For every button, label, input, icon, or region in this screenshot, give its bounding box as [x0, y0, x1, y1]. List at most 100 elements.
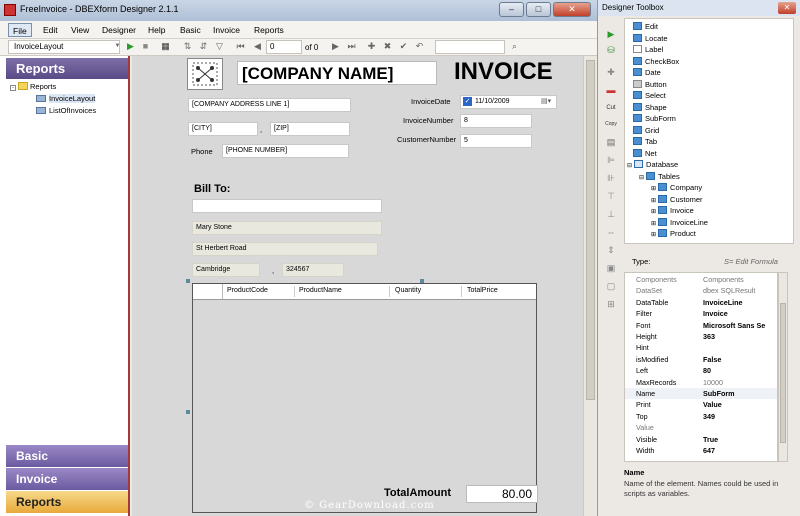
invoice-date-picker[interactable]: ✓ 11/10/2009 ▤▾ [460, 95, 557, 109]
toolbox-close-button[interactable]: ✕ [778, 2, 796, 14]
paste-icon[interactable]: ▤ [604, 136, 618, 148]
delete-record-icon[interactable]: ✖ [382, 41, 393, 52]
city-field[interactable]: [CITY] [188, 122, 258, 136]
tree-database[interactable]: ⊟ Database [627, 159, 788, 171]
tree-tables[interactable]: ⊟ Tables [639, 171, 788, 183]
filter-icon[interactable]: ▽ [214, 41, 225, 52]
copy-icon[interactable]: Copy [604, 118, 618, 130]
sort-desc-icon[interactable]: ⇵ [198, 41, 209, 52]
bill-city-field[interactable]: Cambridge [192, 263, 260, 277]
scrollbar-thumb[interactable] [586, 60, 595, 400]
tree-root[interactable]: - Reports [10, 82, 56, 91]
align-top-icon[interactable]: ⊤ [604, 190, 618, 202]
delete-icon[interactable]: ▬ [604, 84, 618, 96]
zip-field[interactable]: [ZIP] [270, 122, 350, 136]
grid-column-header[interactable]: Quantity [395, 287, 421, 294]
first-record-icon[interactable]: ⏮ [235, 41, 246, 52]
database-icon[interactable]: ⛁ [604, 44, 618, 56]
undo-icon[interactable]: ↶ [414, 41, 425, 52]
checkbox-icon[interactable]: ✓ [463, 97, 472, 106]
invoice-lines-grid[interactable]: ProductCode ProductName Quantity TotalPr… [192, 283, 537, 513]
bill-zip-field[interactable]: 324567 [282, 263, 344, 277]
confirm-icon[interactable]: ✔ [398, 41, 409, 52]
property-row[interactable]: isModified False [625, 354, 777, 365]
edit-formula-button[interactable]: S= Edit Formula [724, 257, 778, 266]
maximize-button[interactable]: □ [526, 2, 551, 17]
property-row[interactable]: Height 363 [625, 331, 777, 342]
menu-edit[interactable]: Edit [39, 23, 62, 37]
property-scrollbar[interactable] [778, 272, 788, 462]
tool-checkbox[interactable]: CheckBox [633, 56, 788, 68]
search-input[interactable] [435, 40, 505, 54]
menu-designer[interactable]: Designer [98, 23, 140, 37]
resize-handle[interactable] [186, 279, 190, 283]
property-value[interactable]: False [703, 354, 721, 365]
add-icon[interactable]: ✚ [604, 66, 618, 78]
sort-asc-icon[interactable]: ⇅ [182, 41, 193, 52]
tool-date[interactable]: Date [633, 67, 788, 79]
company-name-field[interactable]: [COMPANY NAME] [237, 61, 437, 85]
chevron-down-icon[interactable]: ▼ [112, 41, 123, 52]
company-logo[interactable] [187, 58, 223, 90]
property-value[interactable]: True [703, 434, 718, 445]
property-row[interactable]: Name SubForm [625, 388, 777, 400]
tool-label[interactable]: Label [633, 44, 788, 56]
table-customer[interactable]: ⊞ Customer [651, 194, 788, 206]
tool-edit[interactable]: Edit [633, 21, 788, 33]
property-value[interactable]: Components [703, 274, 744, 285]
nav-button-invoice[interactable]: Invoice [6, 468, 128, 490]
property-row[interactable]: MaxRecords 10000 [625, 377, 777, 388]
property-value[interactable]: 10000 [703, 377, 723, 388]
property-row[interactable]: Filter Invoice [625, 308, 777, 319]
table-company[interactable]: ⊞ Company [651, 182, 788, 194]
grid-column-header[interactable]: ProductCode [227, 287, 268, 294]
property-row[interactable]: Value [625, 422, 777, 433]
tool-select[interactable]: Select [633, 90, 788, 102]
menu-invoice[interactable]: Invoice [209, 23, 244, 37]
tool-net[interactable]: Net [633, 148, 788, 160]
bring-front-icon[interactable]: ▣ [604, 262, 618, 274]
customer-number-field[interactable]: 5 [460, 134, 532, 148]
tool-button[interactable]: Button [633, 79, 788, 91]
property-value[interactable]: Invoice [703, 308, 728, 319]
property-row[interactable]: Print Value [625, 399, 777, 410]
tree-item-invoicelayout[interactable]: InvoiceLayout [36, 94, 96, 103]
nav-button-basic[interactable]: Basic [6, 445, 128, 467]
property-value[interactable]: SubForm [703, 388, 735, 399]
tool-tab[interactable]: Tab [633, 136, 788, 148]
send-back-icon[interactable]: ▢ [604, 280, 618, 292]
property-row[interactable]: DataTable InvoiceLine [625, 297, 777, 308]
prev-record-icon[interactable]: ◀ [252, 41, 263, 52]
same-height-icon[interactable]: ⇕ [604, 244, 618, 256]
menu-file[interactable]: File [8, 23, 32, 37]
property-row[interactable]: Left 80 [625, 365, 777, 376]
bill-company-field[interactable] [192, 199, 382, 213]
table-invoiceline[interactable]: ⊞ InvoiceLine [651, 217, 788, 229]
bill-street-field[interactable]: St Herbert Road [192, 242, 378, 256]
last-record-icon[interactable]: ⏭ [346, 41, 357, 52]
property-value[interactable]: dbex SQLResult [703, 285, 755, 296]
align-right-icon[interactable]: ⊪ [604, 172, 618, 184]
property-value[interactable]: 349 [703, 411, 715, 422]
bill-name-field[interactable]: Mary Stone [192, 221, 382, 235]
table-invoice[interactable]: ⊞ Invoice [651, 205, 788, 217]
table-product[interactable]: ⊞ Product [651, 228, 788, 240]
next-record-icon[interactable]: ▶ [330, 41, 341, 52]
property-row[interactable]: Hint [625, 342, 777, 353]
property-row[interactable]: Width 647 [625, 445, 777, 456]
record-input[interactable]: 0 [266, 40, 302, 54]
menu-basic[interactable]: Basic [176, 23, 205, 37]
tool-shape[interactable]: Shape [633, 102, 788, 114]
nav-button-reports[interactable]: Reports [6, 491, 128, 513]
property-value[interactable]: Microsoft Sans Se [703, 320, 765, 331]
minimize-button[interactable]: – [499, 2, 524, 17]
total-amount-field[interactable]: 80.00 [466, 485, 538, 503]
cut-icon[interactable]: Cut [604, 102, 618, 114]
scrollbar-thumb[interactable] [780, 303, 786, 443]
property-value[interactable]: Value [703, 399, 722, 410]
menu-view[interactable]: View [67, 23, 93, 37]
calendar-icon[interactable]: ▤▾ [541, 96, 551, 108]
menu-help[interactable]: Help [144, 23, 169, 37]
run-icon[interactable]: ▶ [604, 28, 618, 40]
property-value[interactable]: 80 [703, 365, 711, 376]
